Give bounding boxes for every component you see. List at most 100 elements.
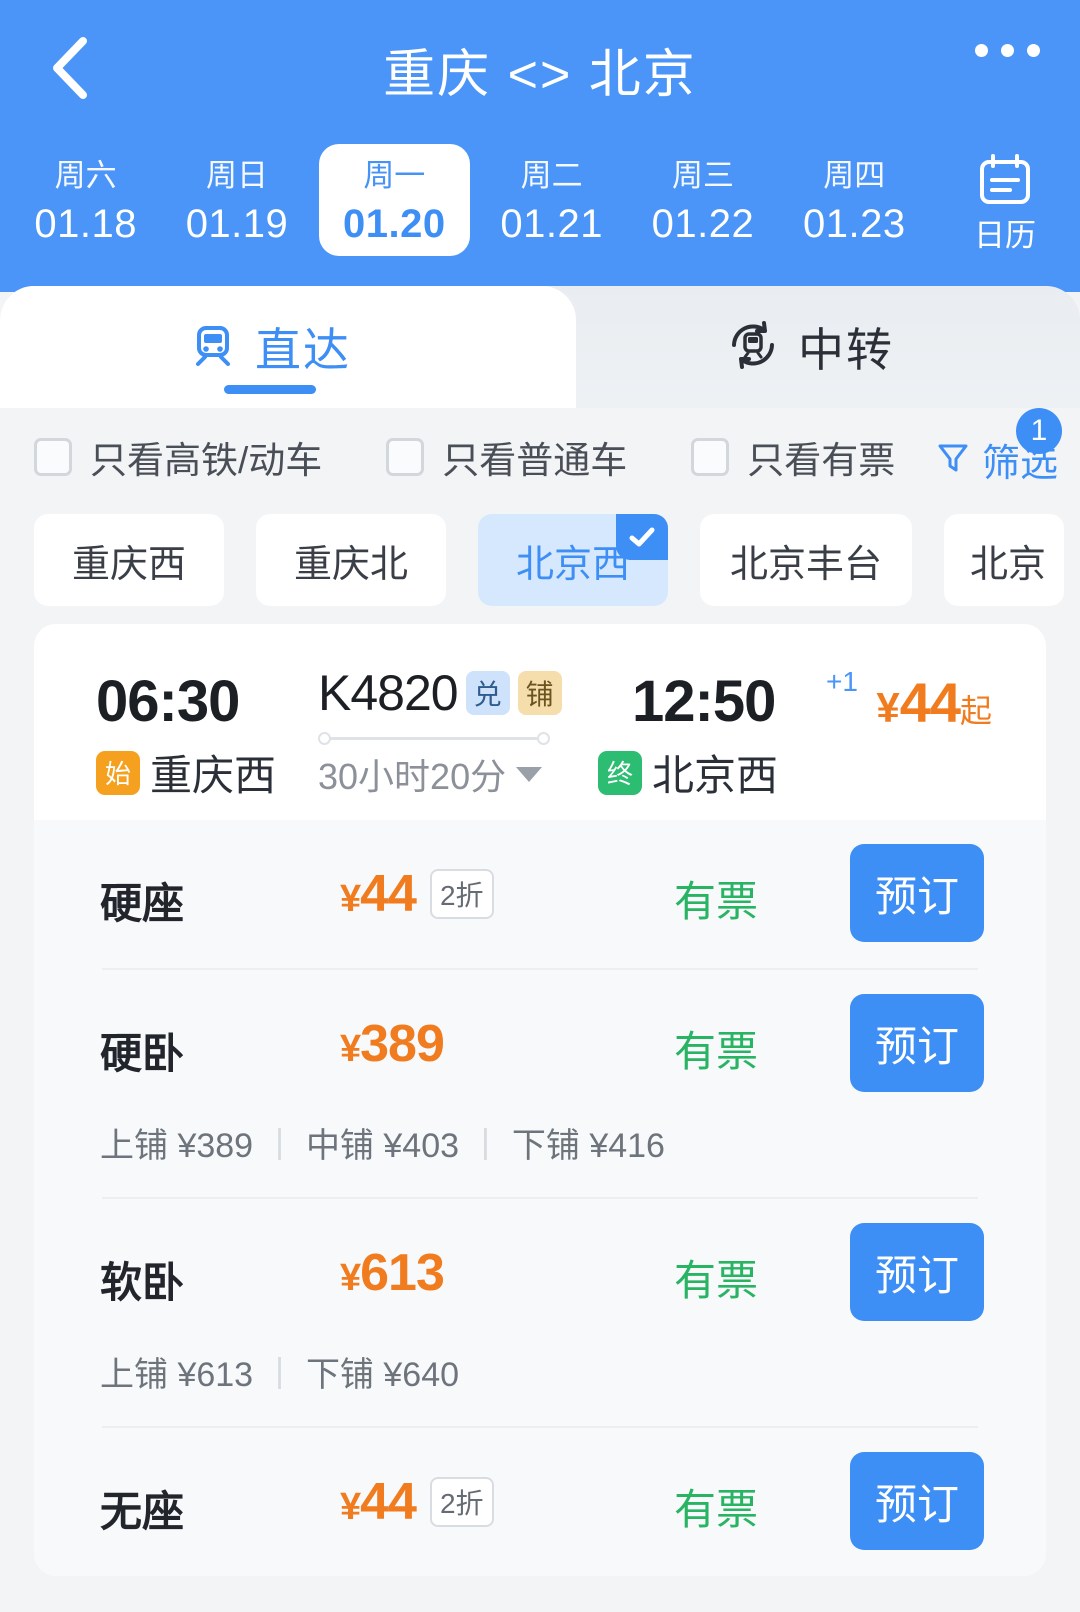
departure-time: 06:30 [96,669,240,734]
book-button[interactable]: 预订 [850,844,984,942]
book-button[interactable]: 预订 [850,1452,984,1550]
train-result-card[interactable]: 06:30 始 重庆西 K4820 兑 铺 30小时20分 12:50 +1 终… [34,624,1046,1576]
seat-row-hard-seat: 硬座 ¥44 2折 有票 预订 [34,820,1046,970]
train-summary[interactable]: 06:30 始 重庆西 K4820 兑 铺 30小时20分 12:50 +1 终… [34,624,1046,820]
date-item-1[interactable]: 周日 01.19 [161,136,312,256]
arrival-day-offset: +1 [826,666,858,697]
duration-dot-end [537,732,550,745]
trip-type-tabs: 直达 中转 [0,286,1080,408]
checkbox-box[interactable] [386,438,425,476]
date-dow: 周一 [363,158,426,193]
train-front-icon [189,321,237,374]
date-dow: 周六 [54,158,117,193]
date-strip: 周六 01.18 周日 01.19 周一 01.20 周二 01.21 周三 0… [0,136,1080,292]
station-chip-0[interactable]: 重庆西 [34,514,224,606]
seat-price-amount: 613 [360,1244,445,1302]
seat-class-list: 硬座 ¥44 2折 有票 预订 硬卧 ¥389 有票 预订 上铺 ¥389 | … [34,820,1046,1576]
berth-item: 下铺 ¥640 [305,1356,460,1394]
train-search-screen: 重庆 <> 北京 周六 01.18 周日 01.19 周一 01.20 周二 0… [0,0,1080,1612]
seat-price-group: ¥44 2折 [340,1472,494,1533]
berth-tag: 铺 [517,671,562,715]
date-day: 01.20 [343,202,446,246]
station-chip-label: 重庆北 [293,543,408,586]
seat-row-hard-sleeper: 硬卧 ¥389 有票 预订 上铺 ¥389 | 中铺 ¥403 | 下铺 ¥41… [34,970,1046,1199]
calendar-label: 日历 [974,218,1036,253]
seat-price-group: ¥613 [340,1243,445,1303]
seat-row-standing: 无座 ¥44 2折 有票 预订 [34,1428,1046,1576]
more-dots-icon[interactable] [975,44,1040,57]
berth-item: 中铺 ¥403 [305,1127,460,1165]
date-day: 01.21 [500,202,603,246]
currency-symbol: ¥ [340,1486,361,1528]
seat-availability: 有票 [674,1257,759,1304]
tab-direct[interactable]: 直达 [0,286,540,408]
station-chip-label: 北京西 [515,543,630,586]
station-chip-2-selected[interactable]: 北京西 [478,514,668,606]
seat-availability: 有票 [674,1486,759,1533]
divider: | [275,1352,284,1390]
duration-row[interactable]: 30小时20分 [318,748,568,800]
duration-line [318,730,550,746]
station-chip-1[interactable]: 重庆北 [256,514,446,606]
chevron-down-icon[interactable] [516,766,543,782]
calendar-icon [930,150,1080,212]
date-dow: 周三 [671,158,734,193]
filter-button[interactable]: 筛选 1 [934,408,1062,487]
seat-class-name: 软卧 [100,1259,185,1306]
currency-symbol: ¥ [340,1028,361,1070]
start-station-badge: 始 [96,750,140,795]
station-chip-4[interactable]: 北京 [944,514,1065,606]
arrival-time: 12:50 [632,669,776,734]
date-dow: 周四 [823,158,886,193]
calendar-button[interactable]: 日历 [930,136,1080,256]
date-item-0[interactable]: 周六 01.18 [10,136,161,256]
seat-price-group: ¥389 [340,1014,445,1074]
date-dow: 周二 [520,158,583,193]
seat-price: ¥389 [340,1014,445,1074]
berth-price-list: 上铺 ¥613 | 下铺 ¥640 [68,1347,1012,1426]
seat-availability: 有票 [674,878,759,925]
tab-direct-label: 直达 [255,324,351,376]
book-button[interactable]: 预订 [850,994,984,1092]
checkbox-box[interactable] [34,438,72,476]
divider: | [275,1123,284,1161]
date-item-5[interactable]: 周四 01.23 [779,136,930,256]
nav-bar: 重庆 <> 北京 [0,0,1080,136]
seat-price-group: ¥44 2折 [340,864,494,925]
end-station-badge: 终 [598,750,642,795]
exchange-tag: 兑 [465,671,510,715]
duration-bar [324,737,544,740]
checkbox-high-speed-only[interactable]: 只看高铁/动车 [34,430,322,484]
checkbox-available-only[interactable]: 只看有票 [691,430,895,484]
seat-price: ¥44 [340,1472,417,1532]
checkbox-normal-train-only[interactable]: 只看普通车 [386,430,627,484]
tab-active-underline [224,385,316,394]
seat-price-amount: 44 [360,865,417,923]
seat-class-name: 硬卧 [100,1030,185,1077]
berth-item: 下铺 ¥416 [511,1127,665,1165]
duration-text: 30小时20分 [318,756,507,797]
filter-count-badge: 1 [1016,408,1062,454]
date-item-3[interactable]: 周二 01.21 [476,136,627,256]
date-day: 01.18 [34,202,137,246]
date-day: 01.22 [651,202,755,246]
seat-price: ¥44 [340,864,417,924]
book-button[interactable]: 预订 [850,1223,984,1321]
checkbox-box[interactable] [691,438,730,476]
train-middle-block[interactable]: K4820 兑 铺 30小时20分 [318,664,568,800]
seat-availability: 有票 [674,1028,759,1075]
tab-transfer[interactable]: 中转 [540,286,1080,408]
arrival-station-name: 北京西 [652,752,779,799]
price-from-suffix: 起 [959,693,992,729]
discount-badge: 2折 [429,869,494,919]
arrival-station: 终 北京西 [598,742,778,803]
station-chip-3[interactable]: 北京丰台 [700,514,913,606]
date-item-2-selected[interactable]: 周一 01.20 [318,144,470,256]
date-item-4[interactable]: 周三 01.22 [627,136,778,256]
divider: | [481,1123,490,1161]
station-chip-row[interactable]: 重庆西 重庆北 北京西 北京丰台 北京 [0,510,1080,610]
seat-class-name: 无座 [100,1488,185,1535]
duration-dot-start [318,732,331,745]
tab-transfer-label: 中转 [798,324,894,376]
checkbox-label: 只看高铁/动车 [90,440,323,481]
